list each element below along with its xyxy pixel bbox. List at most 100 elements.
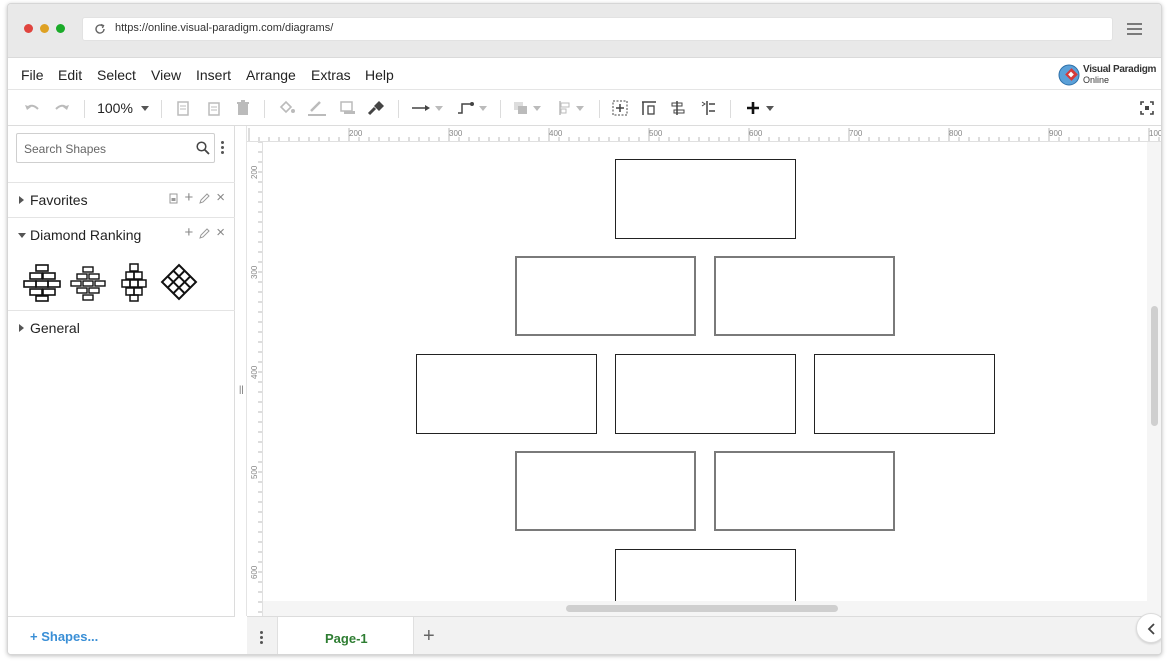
diamond-ranking-shapes [8, 256, 235, 310]
add-icon[interactable]: + [184, 225, 193, 240]
vertical-scrollbar[interactable] [1147, 142, 1161, 616]
browser-chrome: https://online.visual-paradigm.com/diagr… [8, 4, 1161, 58]
collapse-panel-button[interactable] [1136, 613, 1161, 643]
diamond-ranking-grid-shape-icon[interactable] [159, 262, 199, 302]
shadow-icon[interactable] [338, 90, 358, 126]
fullscreen-icon[interactable] [1137, 90, 1157, 126]
add-icon[interactable]: + [184, 190, 193, 205]
connector-style-select[interactable] [408, 90, 446, 126]
diamond-ranking-vertical-shape-icon[interactable] [114, 262, 154, 302]
copy-icon[interactable] [174, 90, 192, 126]
section-label: Favorites [30, 192, 88, 208]
diamond-rank-box-5[interactable] [615, 354, 796, 434]
logo-title: Visual Paradigm [1083, 64, 1157, 75]
horizontal-scroll-thumb[interactable] [566, 605, 838, 612]
shapes-sidebar: Search Shapes Favorites + × Diamond Rank… [8, 126, 235, 654]
menu-file[interactable]: File [21, 67, 44, 83]
diamond-rank-box-7[interactable] [515, 451, 696, 531]
diamond-rank-box-8[interactable] [714, 451, 895, 531]
horizontal-scrollbar[interactable] [263, 601, 1147, 616]
align-right-icon[interactable] [699, 90, 719, 126]
search-shapes-input[interactable]: Search Shapes [16, 133, 215, 163]
menu-extras[interactable]: Extras [311, 67, 351, 83]
logo-subtitle: Online [1083, 75, 1110, 85]
menu-select[interactable]: Select [97, 67, 136, 83]
more-shapes-link[interactable]: + Shapes... [30, 629, 98, 644]
diamond-rank-box-2[interactable] [515, 256, 696, 336]
edit-icon[interactable] [199, 227, 210, 239]
browser-window: https://online.visual-paradigm.com/diagr… [7, 3, 1162, 655]
paste-icon[interactable] [205, 90, 223, 126]
waypoint-style-select[interactable] [453, 90, 491, 126]
ruler-label: 800 [949, 129, 963, 138]
menu-arrange[interactable]: Arrange [246, 67, 296, 83]
select-all-icon[interactable] [610, 90, 630, 126]
section-label: Diamond Ranking [30, 227, 142, 243]
line-color-icon[interactable] [306, 90, 328, 126]
distribute-icon[interactable] [639, 90, 659, 126]
tab-page-1[interactable]: Page-1 [277, 617, 414, 654]
diamond-ranking-small-shape-icon[interactable] [68, 262, 108, 302]
zoom-select[interactable]: 100% [94, 90, 152, 126]
zoom-value: 100% [97, 100, 133, 116]
import-icon[interactable] [169, 193, 178, 204]
menu-insert[interactable]: Insert [196, 67, 231, 83]
search-icon[interactable] [196, 141, 210, 155]
diamond-rank-box-6[interactable] [814, 354, 995, 434]
diamond-rank-box-4[interactable] [416, 354, 597, 434]
format-painter-icon[interactable] [365, 90, 387, 126]
insert-button[interactable] [742, 90, 778, 126]
sidebar-footer: + Shapes... [8, 616, 235, 654]
chevron-left-icon [1147, 623, 1155, 635]
remove-icon[interactable]: × [216, 190, 225, 205]
section-diamond-ranking[interactable]: Diamond Ranking + × [8, 217, 235, 251]
sidebar-options-icon[interactable] [221, 141, 224, 155]
browser-menu-icon[interactable] [1127, 23, 1142, 35]
ruler-label: 300 [449, 129, 463, 138]
menu-view[interactable]: View [151, 67, 181, 83]
remove-icon[interactable]: × [216, 225, 225, 240]
address-bar[interactable]: https://online.visual-paradigm.com/diagr… [82, 17, 1113, 41]
zoom-caret-icon [140, 105, 149, 111]
add-page-button[interactable]: + [423, 625, 435, 648]
minimize-window-dot[interactable] [40, 24, 49, 33]
url-text: https://online.visual-paradigm.com/diagr… [115, 22, 334, 34]
undo-icon[interactable] [22, 90, 42, 126]
splitter-grip-icon[interactable]: || [239, 384, 244, 394]
insert-icon [747, 102, 759, 114]
section-label: General [30, 320, 80, 336]
close-window-dot[interactable] [24, 24, 33, 33]
connector-icon [412, 105, 430, 111]
ruler-label: 600 [250, 565, 259, 579]
expand-arrow-icon [19, 324, 24, 332]
edit-icon[interactable] [199, 192, 210, 204]
diamond-rank-box-1[interactable] [615, 159, 796, 239]
diamond-ranking-9-shape-icon[interactable] [22, 262, 62, 302]
search-placeholder: Search Shapes [24, 142, 107, 156]
vertical-scroll-thumb[interactable] [1151, 306, 1158, 426]
fill-color-icon[interactable] [276, 90, 298, 126]
reload-icon[interactable] [94, 23, 106, 35]
section-favorites[interactable]: Favorites + × [8, 182, 235, 216]
menu-edit[interactable]: Edit [58, 67, 82, 83]
logo-icon [1058, 64, 1080, 86]
delete-icon[interactable] [234, 90, 252, 126]
page-tabs-bar: Page-1 + [247, 616, 1161, 654]
ruler-label: 500 [649, 129, 663, 138]
diagram-canvas[interactable] [263, 142, 1147, 601]
redo-icon[interactable] [52, 90, 72, 126]
sidebar-splitter[interactable]: || [235, 126, 247, 616]
ruler-label: 700 [849, 129, 863, 138]
align-left-icon[interactable] [669, 90, 689, 126]
pages-menu-icon[interactable] [260, 631, 263, 645]
arrange-select[interactable] [509, 90, 545, 126]
visual-paradigm-logo[interactable]: Visual Paradigm Online [1058, 62, 1158, 88]
diamond-rank-box-3[interactable] [714, 256, 895, 336]
align-select[interactable] [553, 90, 589, 126]
collapse-arrow-icon [18, 231, 26, 238]
diamond-rank-box-9[interactable] [615, 549, 796, 601]
waypoint-icon [458, 102, 474, 114]
maximize-window-dot[interactable] [56, 24, 65, 33]
menu-help[interactable]: Help [365, 67, 394, 83]
section-general[interactable]: General [8, 310, 235, 344]
